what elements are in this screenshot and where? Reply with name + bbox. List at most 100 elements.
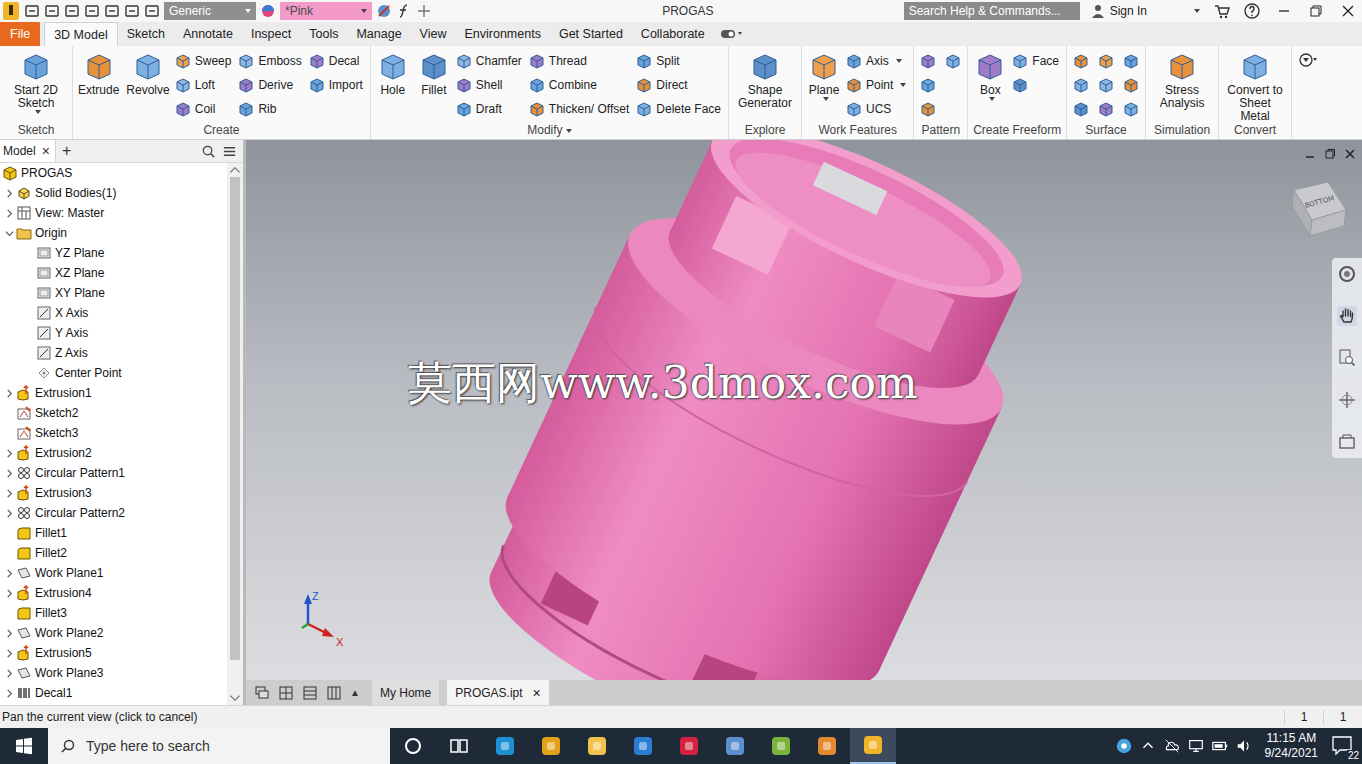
ribbon-tool-button[interactable]: Box [971, 50, 1009, 101]
scroll-down-icon[interactable] [227, 691, 243, 705]
tile-horizontal-icon[interactable] [302, 685, 318, 701]
taskbar-app[interactable] [528, 728, 574, 764]
taskbar-search-field[interactable]: Type here to search [48, 728, 390, 764]
minimize-icon[interactable] [1276, 3, 1292, 19]
taskbar-app[interactable] [758, 728, 804, 764]
tree-item[interactable]: XY Plane [0, 283, 227, 303]
ribbon-tool-button[interactable]: Start 2D Sketch [3, 50, 69, 114]
ribbon-tab[interactable]: Get Started [550, 22, 632, 46]
ribbon-tool-button[interactable]: Draft [456, 98, 526, 120]
ribbon-icon-button[interactable] [1070, 98, 1092, 120]
sign-in-caret-icon[interactable] [1194, 9, 1200, 13]
cortana-icon[interactable] [401, 734, 425, 758]
expand-arrow-icon[interactable] [5, 629, 14, 638]
ribbon-icon-button[interactable] [1095, 50, 1117, 72]
appearance-dropdown[interactable]: *Pink [280, 2, 372, 20]
orbit-icon[interactable] [1337, 390, 1357, 410]
tree-item[interactable]: PROGAS [0, 163, 227, 183]
volume-icon[interactable] [1235, 737, 1253, 755]
ribbon-icon-button[interactable] [1095, 98, 1117, 120]
ribbon-tool-button[interactable]: Import [309, 74, 367, 96]
battery-icon[interactable] [1211, 737, 1229, 755]
ribbon-tool-button[interactable]: Fillet [415, 50, 453, 97]
quick-access-icon[interactable] [64, 3, 80, 19]
ribbon-tab[interactable]: File [0, 22, 40, 46]
expand-arrow-icon[interactable] [5, 589, 14, 598]
document-tab[interactable]: My Home [372, 680, 439, 705]
close-tab-button[interactable]: × [42, 143, 50, 159]
help-tray-icon[interactable] [1115, 737, 1133, 755]
tile-icon[interactable] [278, 685, 294, 701]
ribbon-tool-button[interactable]: Extrude [76, 50, 121, 97]
ribbon-tab[interactable]: 3D Model [44, 22, 118, 46]
expand-arrow-icon[interactable] [5, 189, 14, 198]
ribbon-tool-button[interactable]: Delete Face [636, 98, 725, 120]
show-hidden-icons-icon[interactable] [1139, 737, 1157, 755]
tree-item[interactable]: XZ Plane [0, 263, 227, 283]
ribbon-tab[interactable]: Tools [300, 22, 347, 46]
taskbar-app[interactable] [666, 728, 712, 764]
group-caret-icon[interactable] [566, 129, 572, 133]
taskbar-app[interactable] [482, 728, 528, 764]
tile-vertical-icon[interactable] [326, 685, 342, 701]
tree-item[interactable]: Extrusion5 [0, 643, 227, 663]
notification-center-button[interactable]: 22 [1330, 733, 1356, 759]
pan-hand-icon[interactable] [1337, 306, 1357, 326]
parameters-icon[interactable] [396, 3, 412, 19]
ribbon-icon-button[interactable] [1070, 50, 1092, 72]
ribbon-tool-button[interactable]: Loft [175, 74, 236, 96]
cart-icon[interactable] [1214, 3, 1230, 19]
cloud-icon[interactable] [1163, 737, 1181, 755]
quick-access-icon[interactable] [124, 3, 140, 19]
quick-access-icon[interactable] [104, 3, 120, 19]
tree-item[interactable]: Fillet1 [0, 523, 227, 543]
taskbar-app[interactable] [620, 728, 666, 764]
help-search-field[interactable]: Search Help & Commands... [904, 2, 1080, 20]
ribbon-tool-button[interactable]: Sweep [175, 50, 236, 72]
expand-arrow-icon[interactable] [5, 229, 14, 238]
tree-item[interactable]: Extrusion1 [0, 383, 227, 403]
steering-wheel-icon[interactable] [1337, 264, 1357, 284]
ribbon-tab[interactable]: Annotate [174, 22, 242, 46]
viewport[interactable]: 莫西网www.3dmox.com BOTTOM ZX [246, 140, 1362, 680]
ribbon-icon-button[interactable] [1120, 98, 1142, 120]
ribbon-options-button[interactable] [1298, 52, 1318, 71]
taskbar-app[interactable] [850, 728, 896, 764]
ribbon-icon-button[interactable] [1095, 74, 1117, 96]
taskbar-app[interactable] [574, 728, 620, 764]
network-icon[interactable] [1187, 737, 1205, 755]
minimize-icon[interactable] [1304, 148, 1316, 160]
ribbon-tab[interactable]: Manage [347, 22, 410, 46]
ribbon-tool-button[interactable]: Face [1012, 50, 1063, 72]
ribbon-tool-button[interactable]: Stress Analysis [1149, 50, 1215, 110]
tree-item[interactable]: Z Axis [0, 343, 227, 363]
dropdown-caret-icon[interactable] [989, 97, 995, 101]
quick-access-icon[interactable] [144, 3, 160, 19]
task-view-icon[interactable] [447, 734, 471, 758]
ribbon-tool-button[interactable]: Thread [529, 50, 633, 72]
scroll-up-icon[interactable] [227, 163, 243, 177]
ribbon-icon-button[interactable] [917, 98, 939, 120]
quick-access-icon[interactable] [84, 3, 100, 19]
tree-item[interactable]: Origin [0, 223, 227, 243]
add-browser-button[interactable]: + [62, 142, 71, 160]
tree-item[interactable]: Fillet3 [0, 603, 227, 623]
clear-appearance-icon[interactable] [376, 3, 392, 19]
quick-access-icon[interactable] [44, 3, 60, 19]
close-icon[interactable] [1340, 3, 1356, 19]
ribbon-tool-button[interactable]: UCS [846, 98, 910, 120]
ribbon-tool-button[interactable]: Decal [309, 50, 367, 72]
material-dropdown[interactable]: Generic [164, 2, 256, 20]
scroll-thumb[interactable] [230, 177, 240, 660]
ribbon-tool-button[interactable]: Shell [456, 74, 526, 96]
dropdown-caret-icon[interactable] [900, 83, 906, 87]
expand-arrow-icon[interactable] [5, 649, 14, 658]
tree-item[interactable]: Y Axis [0, 323, 227, 343]
tree-item[interactable]: Extrusion3 [0, 483, 227, 503]
help-icon[interactable] [1244, 3, 1260, 19]
document-tab[interactable]: PROGAS.ipt × [447, 680, 549, 705]
ribbon-tab[interactable]: Sketch [118, 22, 174, 46]
viewcube[interactable]: BOTTOM [1282, 180, 1352, 242]
expand-arrow-icon[interactable] [5, 689, 14, 698]
expand-arrow-icon[interactable] [5, 669, 14, 678]
